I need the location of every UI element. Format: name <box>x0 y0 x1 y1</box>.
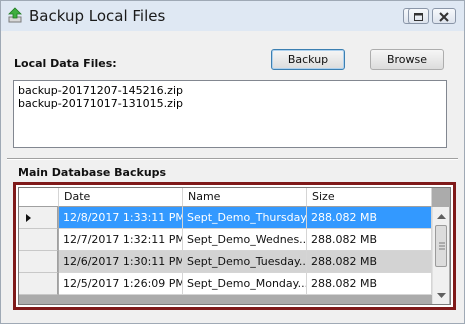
cell-date[interactable]: 12/8/2017 1:33:11 PM <box>59 207 183 229</box>
window-title: Backup Local Files <box>29 7 166 25</box>
backup-button[interactable]: Backup <box>271 49 345 70</box>
cell-date[interactable]: 12/5/2017 1:26:09 PM <box>59 273 183 295</box>
cell-date[interactable]: 12/7/2017 1:32:11 PM <box>59 229 183 251</box>
maximize-icon <box>414 13 423 21</box>
cell-name[interactable]: Sept_Demo_Tuesday.... <box>183 251 307 273</box>
green-arrow-upload-icon <box>8 7 22 23</box>
scroll-up-arrow-icon[interactable] <box>433 207 450 224</box>
cell-size[interactable]: 288.082 MB <box>307 273 432 295</box>
list-item[interactable]: backup-20171207-145216.zip <box>18 84 442 97</box>
backups-datagrid[interactable]: Date Name Size 12/8/2017 1:33:11 PM Sept… <box>18 187 451 305</box>
vertical-scrollbar[interactable] <box>432 207 449 304</box>
close-icon <box>439 12 449 22</box>
section-divider <box>7 158 458 160</box>
window-client-area: Local Data Files: Backup Browse backup-2… <box>7 31 458 319</box>
column-header-name[interactable]: Name <box>183 188 307 207</box>
backup-window: Backup Local Files Local Data Files: Bac… <box>0 0 465 324</box>
column-header-date[interactable]: Date <box>59 188 183 207</box>
cell-name[interactable]: Sept_Demo_Monday.... <box>183 273 307 295</box>
title-bar: Backup Local Files <box>1 1 464 31</box>
list-item[interactable]: backup-20171017-131015.zip <box>18 97 442 110</box>
cell-size[interactable]: 288.082 MB <box>307 251 432 273</box>
row-header[interactable] <box>19 229 58 251</box>
cell-name[interactable]: Sept_Demo_Wednes... <box>183 229 307 251</box>
scrollbar-thumb[interactable] <box>435 225 447 267</box>
cell-size[interactable]: 288.082 MB <box>307 207 432 229</box>
cell-size[interactable]: 288.082 MB <box>307 229 432 251</box>
row-header[interactable] <box>19 207 58 229</box>
close-button[interactable] <box>432 8 456 24</box>
grid-corner-header <box>19 188 59 207</box>
cell-name[interactable]: Sept_Demo_Thursday.... <box>183 207 307 229</box>
maximize-button[interactable] <box>408 8 429 24</box>
row-pointer-icon <box>26 214 31 222</box>
main-database-backups-label: Main Database Backups <box>18 166 167 179</box>
highlight-frame: Date Name Size 12/8/2017 1:33:11 PM Sept… <box>13 182 456 310</box>
local-files-listbox[interactable]: backup-20171207-145216.zip backup-201710… <box>13 80 447 148</box>
browse-button[interactable]: Browse <box>370 49 444 70</box>
row-header[interactable] <box>19 273 58 295</box>
scroll-down-arrow-icon[interactable] <box>433 287 450 304</box>
row-header[interactable] <box>19 251 58 273</box>
column-header-size[interactable]: Size <box>307 188 432 207</box>
local-data-files-label: Local Data Files: <box>14 57 117 70</box>
cell-date[interactable]: 12/6/2017 1:30:11 PM <box>59 251 183 273</box>
